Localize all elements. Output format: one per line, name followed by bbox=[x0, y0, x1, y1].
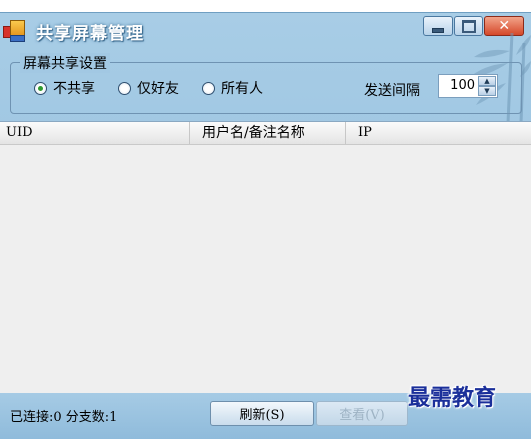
radio-everyone[interactable]: 所有人 bbox=[202, 79, 263, 97]
radio-no-share[interactable]: 不共享 bbox=[34, 79, 95, 97]
column-header-uid[interactable]: UID bbox=[0, 122, 190, 144]
spin-up-icon[interactable]: ▲ bbox=[478, 76, 496, 86]
connections-list[interactable]: UID 用户名/备注名称 IP bbox=[0, 121, 531, 394]
close-icon: ✕ bbox=[498, 18, 511, 34]
share-screen-window: 共享屏幕管理 ✕ 屏幕共享设置 不共享 仅好友 所有人 发送间隔 100 ▲ ▼… bbox=[0, 12, 531, 439]
stepper-buttons: ▲ ▼ bbox=[478, 76, 496, 96]
title-bar[interactable]: 共享屏幕管理 ✕ bbox=[0, 13, 531, 51]
share-settings-legend: 屏幕共享设置 bbox=[20, 53, 110, 73]
radio-everyone-label: 所有人 bbox=[221, 81, 263, 97]
radio-unchecked-icon[interactable] bbox=[202, 81, 215, 95]
radio-checked-icon[interactable] bbox=[34, 81, 47, 95]
view-button[interactable]: 查看(V) bbox=[316, 401, 408, 426]
app-icon bbox=[3, 20, 25, 42]
minimize-icon bbox=[431, 27, 444, 33]
minimize-button[interactable] bbox=[423, 16, 453, 36]
send-interval-stepper[interactable]: 100 ▲ ▼ bbox=[438, 74, 498, 98]
radio-friends-only[interactable]: 仅好友 bbox=[118, 79, 179, 97]
spin-down-icon[interactable]: ▼ bbox=[478, 86, 496, 96]
column-header-ip[interactable]: IP bbox=[346, 122, 531, 144]
send-interval-label: 发送间隔 bbox=[364, 83, 420, 99]
refresh-button[interactable]: 刷新(S) bbox=[210, 401, 314, 426]
watermark-logo: 最需教育 bbox=[408, 385, 497, 411]
radio-no-share-label: 不共享 bbox=[53, 81, 95, 97]
connection-status: 已连接:0 分支数:1 bbox=[10, 410, 118, 425]
close-button[interactable]: ✕ bbox=[484, 16, 524, 36]
send-interval-value[interactable]: 100 bbox=[450, 78, 475, 93]
list-header: UID 用户名/备注名称 IP bbox=[0, 122, 531, 145]
window-title: 共享屏幕管理 bbox=[36, 24, 144, 44]
window-controls: ✕ bbox=[423, 16, 525, 38]
column-header-username[interactable]: 用户名/备注名称 bbox=[190, 122, 346, 144]
radio-friends-only-label: 仅好友 bbox=[137, 81, 179, 97]
radio-unchecked-icon[interactable] bbox=[118, 81, 131, 95]
maximize-button[interactable] bbox=[453, 16, 484, 36]
maximize-icon bbox=[461, 19, 476, 33]
